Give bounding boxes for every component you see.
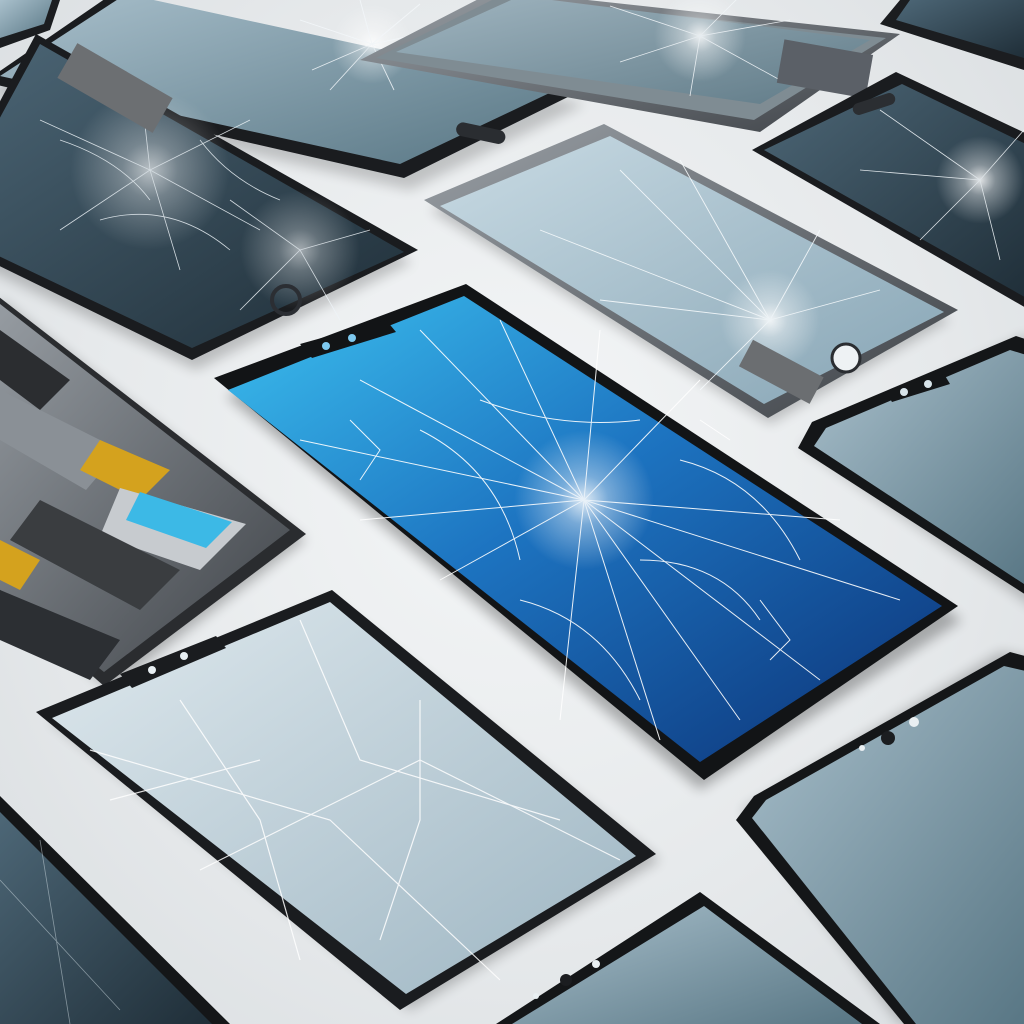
camera-hole xyxy=(830,342,862,374)
phone-top-right-corner xyxy=(880,0,1024,70)
phone-screens-scene xyxy=(0,0,1024,1024)
scene-illustration xyxy=(0,0,1024,1024)
